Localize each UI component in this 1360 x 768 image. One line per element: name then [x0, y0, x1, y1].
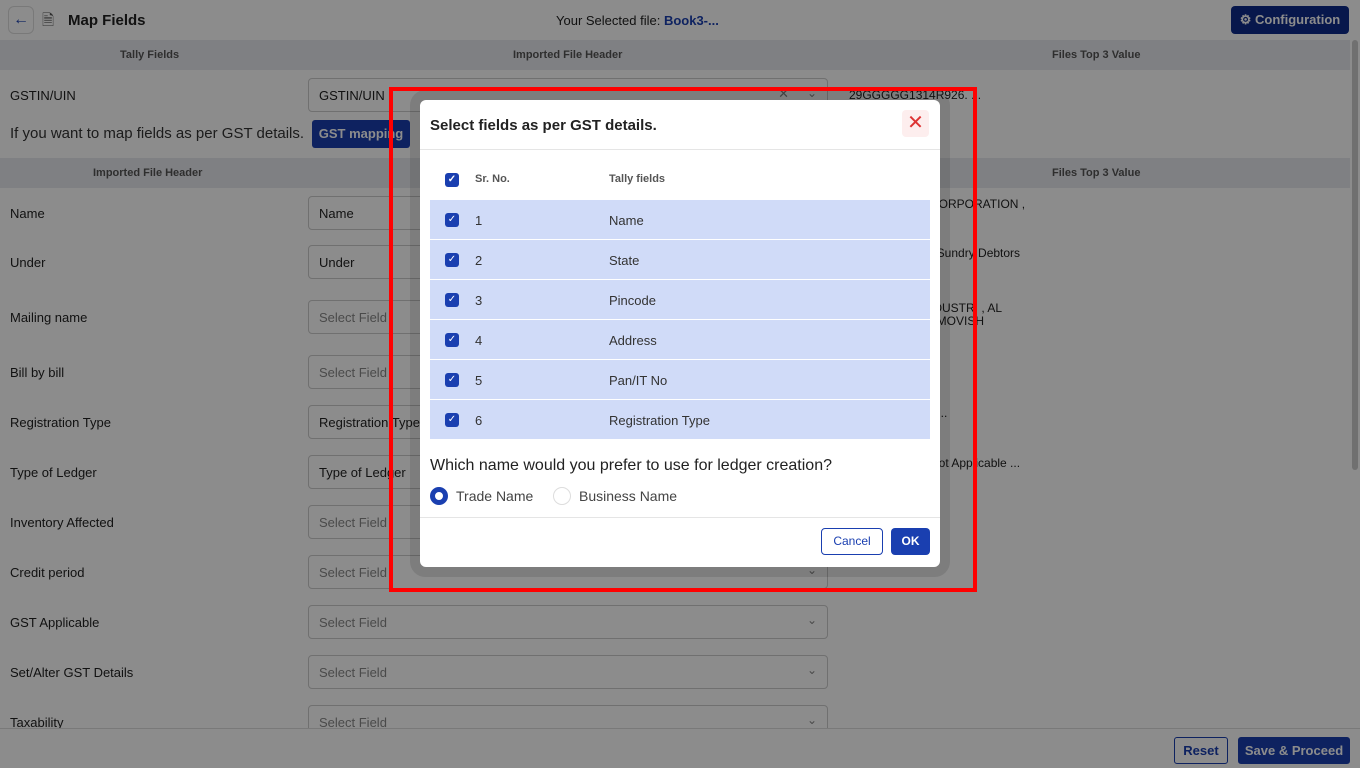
annotation-highlight-box — [389, 87, 977, 592]
